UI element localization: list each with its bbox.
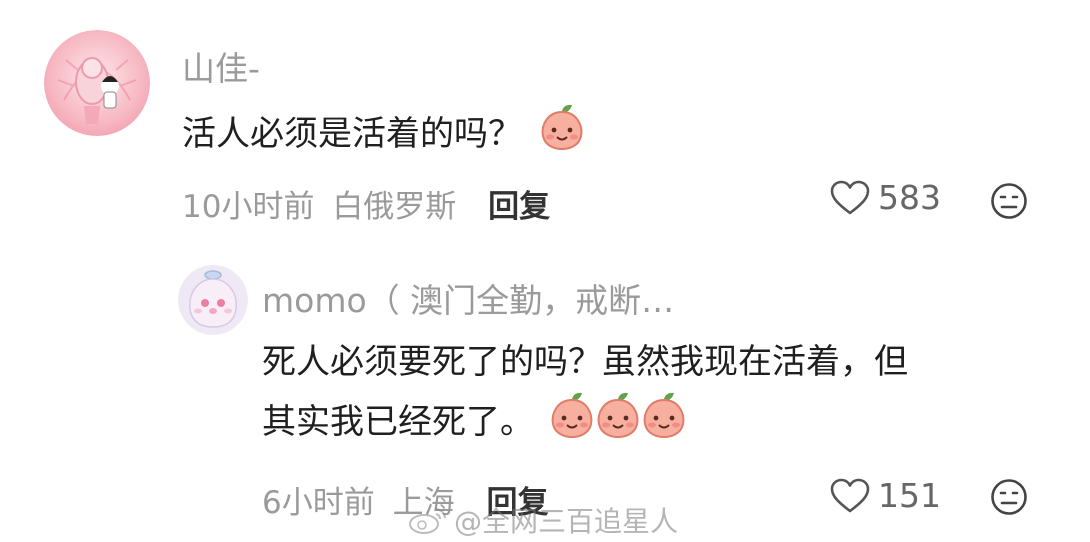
comment-text-content: 活人必须是活着的吗？ [182, 114, 522, 154]
heart-icon [830, 180, 870, 214]
reply-text-line2-wrap: 其实我已经死了。 [262, 390, 1062, 457]
comment-username[interactable]: 山佳- [182, 42, 260, 90]
reply-like-button[interactable]: 151 [830, 476, 941, 515]
neutral-face-icon [991, 183, 1027, 219]
reply-text-line1: 死人必须要死了的吗？虽然我现在活着，但 [262, 342, 908, 382]
comment-meta: 10小时前 白俄罗斯 回复 [182, 181, 550, 226]
avatar-user-shanjia[interactable] [44, 30, 150, 136]
heart-icon [830, 478, 870, 512]
comment-like-count: 583 [878, 178, 941, 217]
watermark: @全网三百追星人 [408, 500, 678, 540]
reply-like-count: 151 [878, 476, 941, 515]
watermark-text: @全网三百追星人 [454, 505, 679, 538]
peach-face-emoji [549, 390, 595, 457]
reply-time: 6小时前 [262, 485, 375, 521]
comment-text: 活人必须是活着的吗？ [182, 102, 585, 169]
reply-username[interactable]: momo（ 澳门全勤，戒断… [262, 274, 674, 322]
avatar-user-momo[interactable] [178, 265, 248, 335]
peach-face-emoji [595, 390, 641, 457]
comment-time: 10小时前 [182, 189, 315, 225]
reply-text: 死人必须要死了的吗？虽然我现在活着，但 其实我已经死了。 [262, 334, 1062, 457]
avatar-image [178, 265, 248, 335]
avatar-image [44, 30, 150, 136]
comment-react-button[interactable] [990, 182, 1028, 224]
neutral-face-icon [991, 479, 1027, 515]
peach-face-emoji [641, 390, 687, 457]
comment-location: 白俄罗斯 [332, 189, 457, 225]
weibo-logo-icon [409, 508, 446, 534]
comment-like-button[interactable]: 583 [830, 178, 941, 217]
reply-text-line2: 其实我已经死了。 [262, 402, 534, 442]
reply-react-button[interactable] [990, 478, 1028, 520]
comment-reply-button[interactable]: 回复 [488, 189, 550, 225]
peach-face-emoji [539, 102, 585, 169]
